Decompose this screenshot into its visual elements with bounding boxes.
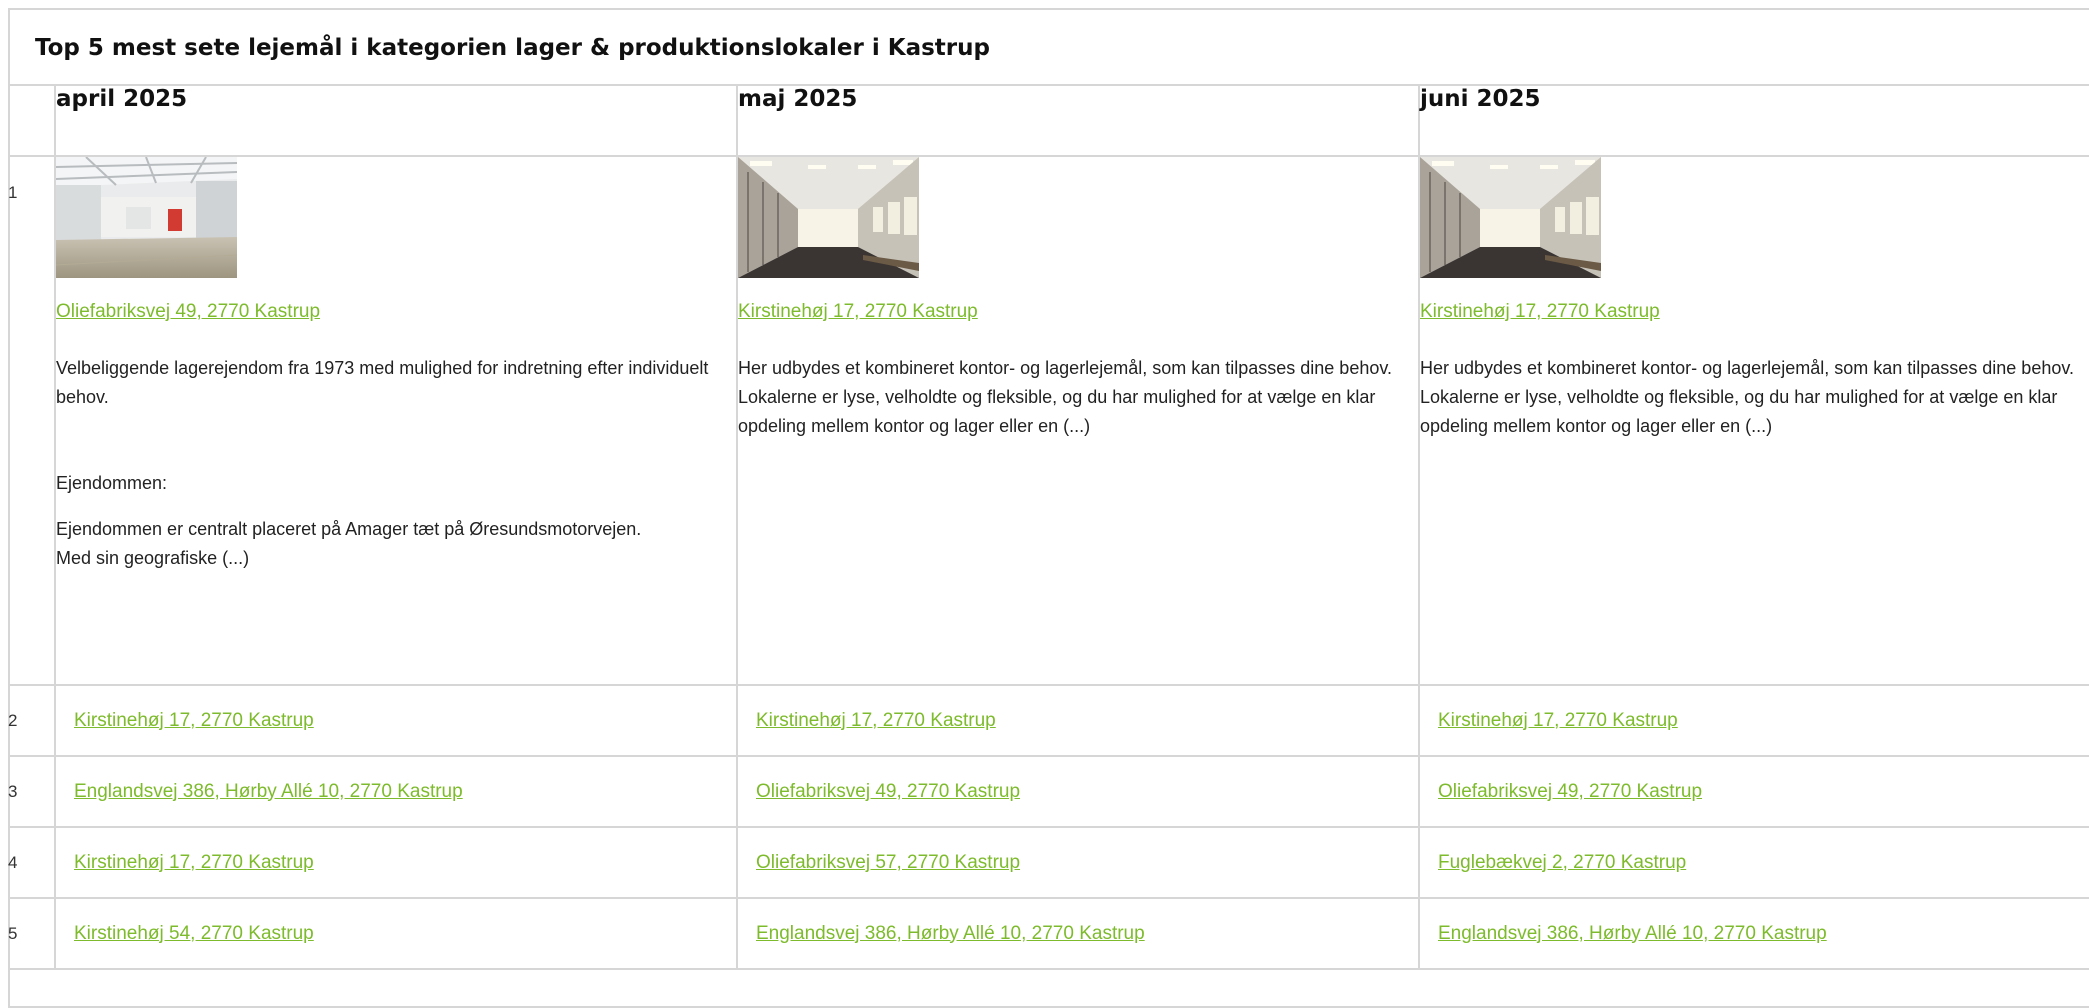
listing-link[interactable]: Oliefabriksvej 49, 2770 Kastrup — [1438, 781, 1702, 802]
listing-cell: Oliefabriksvej 57, 2770 Kastrup — [737, 827, 1420, 899]
top5-panel: Top 5 mest sete lejemål i kategorien lag… — [8, 8, 2089, 1008]
listing-cell: Kirstinehøj 17, 2770 Kastrup — [55, 827, 738, 899]
listing-cell: Kirstinehøj 17, 2770 Kastrup — [1419, 685, 2089, 757]
listing-cell: Kirstinehøj 17, 2770 Kastrup — [737, 685, 1420, 757]
featured-listing-maj: Kirstinehøj 17, 2770 Kastrup Her udbydes… — [737, 156, 1420, 686]
listing-link[interactable]: Kirstinehøj 17, 2770 Kastrup — [756, 710, 996, 731]
office-corridor-photo[interactable] — [1420, 157, 1601, 278]
description-paragraph: Med sin geografiske (...) — [56, 548, 250, 568]
listing-cell: Englandsvej 386, Hørby Allé 10, 2770 Kas… — [1419, 898, 2089, 970]
panel-title: Top 5 mest sete lejemål i kategorien lag… — [35, 35, 990, 61]
listing-link[interactable]: Oliefabriksvej 49, 2770 Kastrup — [756, 781, 1020, 802]
listing-link[interactable]: Englandsvej 386, Hørby Allé 10, 2770 Kas… — [1438, 923, 1827, 944]
listing-link[interactable]: Kirstinehøj 17, 2770 Kastrup — [74, 710, 314, 731]
rank-number: 4 — [8, 827, 56, 899]
listing-cell: Oliefabriksvej 49, 2770 Kastrup — [1419, 756, 2089, 828]
listing-description-april: Velbeliggende lagerejendom fra 1973 med … — [56, 354, 736, 573]
listing-link[interactable]: Englandsvej 386, Hørby Allé 10, 2770 Kas… — [74, 781, 463, 802]
table-row: 3 Englandsvej 386, Hørby Allé 10, 2770 K… — [8, 756, 2089, 828]
listing-link[interactable]: Kirstinehøj 17, 2770 Kastrup — [1438, 710, 1678, 731]
rank-number: 3 — [8, 756, 56, 828]
listing-cell: Oliefabriksvej 49, 2770 Kastrup — [737, 756, 1420, 828]
description-paragraph: Her udbydes et kombineret kontor- og lag… — [738, 358, 1393, 436]
listing-link[interactable]: Fuglebækvej 2, 2770 Kastrup — [1438, 852, 1686, 873]
table-row: 4 Kirstinehøj 17, 2770 Kastrup Oliefabri… — [8, 827, 2089, 899]
description-paragraph: Ejendommen er centralt placeret på Amage… — [56, 519, 642, 539]
column-header-juni: juni 2025 — [1419, 86, 2089, 157]
header-row: april 2025 maj 2025 juni 2025 — [8, 86, 2089, 157]
table-row: 1 Oliefabriksvej 49, 2770 Kastrup Velbel… — [8, 156, 2089, 686]
listing-description-maj: Her udbydes et kombineret kontor- og lag… — [738, 354, 1418, 441]
corner-cell — [8, 86, 56, 157]
listing-link[interactable]: Oliefabriksvej 57, 2770 Kastrup — [756, 852, 1020, 873]
rank-number: 1 — [8, 156, 56, 686]
listing-link-juni-1[interactable]: Kirstinehøj 17, 2770 Kastrup — [1420, 301, 1660, 323]
panel-header: Top 5 mest sete lejemål i kategorien lag… — [10, 10, 2089, 86]
office-corridor-photo[interactable] — [738, 157, 919, 278]
listing-cell: Fuglebækvej 2, 2770 Kastrup — [1419, 827, 2089, 899]
table-row: 2 Kirstinehøj 17, 2770 Kastrup Kirstineh… — [8, 685, 2089, 757]
listing-cell: Englandsvej 386, Hørby Allé 10, 2770 Kas… — [55, 756, 738, 828]
description-heading: Ejendommen: — [56, 473, 168, 493]
description-paragraph: Her udbydes et kombineret kontor- og lag… — [1420, 358, 2075, 436]
listing-link-april-1[interactable]: Oliefabriksvej 49, 2770 Kastrup — [56, 301, 320, 323]
description-paragraph: Velbeliggende lagerejendom fra 1973 med … — [56, 358, 709, 407]
warehouse-photo[interactable] — [56, 157, 237, 278]
rank-number: 5 — [8, 898, 56, 970]
listing-link[interactable]: Englandsvej 386, Hørby Allé 10, 2770 Kas… — [756, 923, 1145, 944]
listing-cell: Kirstinehøj 17, 2770 Kastrup — [55, 685, 738, 757]
table-row: 5 Kirstinehøj 54, 2770 Kastrup Englandsv… — [8, 898, 2089, 970]
column-header-maj: maj 2025 — [737, 86, 1420, 157]
listing-link[interactable]: Kirstinehøj 17, 2770 Kastrup — [74, 852, 314, 873]
listing-link[interactable]: Kirstinehøj 54, 2770 Kastrup — [74, 923, 314, 944]
listing-link-maj-1[interactable]: Kirstinehøj 17, 2770 Kastrup — [738, 301, 978, 323]
listing-description-juni: Her udbydes et kombineret kontor- og lag… — [1420, 354, 2089, 441]
listing-cell: Kirstinehøj 54, 2770 Kastrup — [55, 898, 738, 970]
featured-listing-juni: Kirstinehøj 17, 2770 Kastrup Her udbydes… — [1419, 156, 2089, 686]
featured-listing-april: Oliefabriksvej 49, 2770 Kastrup Velbelig… — [55, 156, 738, 686]
column-header-april: april 2025 — [55, 86, 738, 157]
rank-number: 2 — [8, 685, 56, 757]
listing-cell: Englandsvej 386, Hørby Allé 10, 2770 Kas… — [737, 898, 1420, 970]
ranking-table: april 2025 maj 2025 juni 2025 1 Oliefabr… — [8, 86, 2089, 970]
